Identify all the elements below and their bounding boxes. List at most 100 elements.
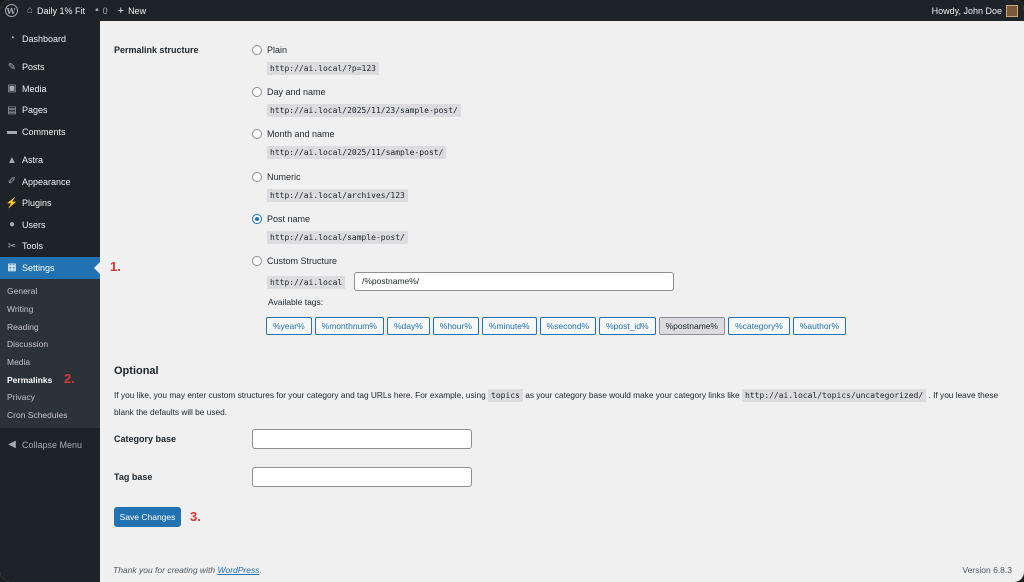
collapse-label: Collapse Menu	[22, 439, 83, 450]
example-day-and-name: http://ai.local/2025/11/23/sample-post/	[267, 104, 461, 117]
sidebar-item-label: Comments	[22, 126, 66, 137]
submenu-item-privacy[interactable]: Privacy	[0, 389, 100, 407]
description-code: http://ai.local/topics/uncategorized/	[741, 389, 927, 402]
sidebar-item-label: Media	[22, 83, 47, 94]
comments-count: 0	[102, 5, 108, 16]
sidebar-item-astra[interactable]: ▲ Astra	[0, 150, 100, 172]
option-plain[interactable]: Plain	[252, 45, 287, 55]
radio-plain[interactable]	[252, 45, 262, 55]
comment-bubble-icon: ▪	[95, 5, 99, 16]
sidebar-item-posts[interactable]: ✎ Posts	[0, 57, 100, 79]
description-text: If you like, you may enter custom struct…	[114, 390, 486, 400]
permalink-structure-label: Permalink structure	[114, 45, 199, 55]
sidebar-item-label: Posts	[22, 62, 45, 73]
description-text: as your category base would make your ca…	[525, 390, 740, 400]
wordpress-link[interactable]: WordPress	[217, 565, 259, 575]
example-code: http://ai.local/sample-post/	[267, 231, 408, 244]
wrench-icon: ✂	[7, 240, 17, 252]
radio-day-and-name[interactable]	[252, 87, 262, 97]
submenu-item-reading[interactable]: Reading	[0, 318, 100, 336]
example-month-and-name: http://ai.local/2025/11/sample-post/	[267, 146, 447, 159]
comment-icon: ▬	[7, 126, 17, 138]
footer-period: .	[259, 565, 262, 575]
submenu-item-media[interactable]: Media	[0, 353, 100, 371]
user-icon: ●	[8, 219, 16, 231]
settings-icon: ▦	[7, 262, 17, 274]
brush-icon: ✐	[7, 176, 17, 188]
comments-link[interactable]: ▪ 0	[90, 0, 113, 21]
example-post-name: http://ai.local/sample-post/	[267, 231, 408, 244]
sidebar-item-dashboard[interactable]: ◔ Dashboard	[0, 28, 100, 50]
tag-base-input[interactable]	[252, 467, 472, 487]
tag-button-day[interactable]: %day%	[386, 317, 430, 335]
step-marker-2: 2.	[64, 371, 75, 386]
sidebar-item-tools[interactable]: ✂ Tools	[0, 236, 100, 258]
wordpress-icon: W	[4, 4, 18, 17]
example-code: http://ai.local/?p=123	[267, 62, 379, 75]
tag-button-category[interactable]: %category%	[728, 317, 790, 335]
tag-button-year[interactable]: %year%	[266, 317, 312, 335]
tag-button-postname[interactable]: %postname%	[658, 317, 726, 335]
example-code: http://ai.local/2025/11/sample-post/	[267, 146, 447, 159]
option-label: Post name	[267, 214, 311, 224]
radio-custom-structure[interactable]	[252, 256, 262, 266]
sidebar-item-media[interactable]: ▣ Media	[0, 78, 100, 100]
optional-description: If you like, you may enter custom struct…	[114, 387, 1014, 421]
avatar	[1006, 4, 1018, 17]
option-numeric[interactable]: Numeric	[252, 172, 301, 182]
available-tags: %year% %monthnum% %day% %hour% %minute% …	[266, 317, 846, 335]
option-label: Day and name	[267, 87, 326, 97]
settings-submenu: General Writing Reading Discussion Media…	[0, 278, 100, 428]
submenu-item-discussion[interactable]: Discussion	[0, 336, 100, 354]
site-name-link[interactable]: ⌂ Daily 1% Fit	[22, 0, 90, 21]
new-content-button[interactable]: + New	[113, 0, 151, 21]
page-icon: ▤	[7, 104, 17, 116]
radio-post-name[interactable]	[252, 214, 262, 224]
submenu-item-writing[interactable]: Writing	[0, 300, 100, 318]
option-custom-structure[interactable]: Custom Structure	[252, 256, 337, 266]
tag-base-label: Tag base	[114, 472, 153, 482]
sidebar-item-label: Pages	[22, 105, 48, 116]
category-base-input[interactable]	[252, 429, 472, 449]
option-post-name[interactable]: Post name	[252, 214, 310, 224]
footer-version: Version 6.8.3	[962, 565, 1012, 575]
sidebar-item-settings[interactable]: ▦ Settings	[0, 257, 100, 279]
site-name: Daily 1% Fit	[37, 5, 86, 16]
example-code: http://ai.local/archives/123	[267, 189, 408, 202]
sidebar-item-label: Settings	[22, 262, 55, 273]
submenu-item-general[interactable]: General	[0, 283, 100, 301]
radio-month-and-name[interactable]	[252, 129, 262, 139]
dashboard-icon: ◔	[8, 33, 16, 45]
collapse-menu-button[interactable]: ◀ Collapse Menu	[0, 434, 100, 456]
sidebar-item-comments[interactable]: ▬ Comments	[0, 121, 100, 143]
howdy-text: Howdy, John Doe	[931, 5, 1002, 16]
option-month-and-name[interactable]: Month and name	[252, 129, 335, 139]
tag-button-minute[interactable]: %minute%	[481, 317, 537, 335]
plug-icon: ⚡	[5, 197, 19, 209]
custom-structure-input[interactable]: /%postname%/	[354, 272, 674, 291]
new-label: New	[128, 5, 147, 16]
tag-button-monthnum[interactable]: %monthnum%	[314, 317, 384, 335]
tag-button-hour[interactable]: %hour%	[432, 317, 479, 335]
sidebar-item-label: Plugins	[22, 198, 52, 209]
sidebar-item-users[interactable]: ● Users	[0, 214, 100, 236]
submenu-item-permalinks[interactable]: Permalinks	[0, 371, 100, 389]
tag-button-post-id[interactable]: %post_id%	[599, 317, 656, 335]
sidebar-item-plugins[interactable]: ⚡ Plugins	[0, 193, 100, 215]
admin-bar: W ⌂ Daily 1% Fit ▪ 0 + New Howdy, John D…	[0, 0, 1024, 21]
sidebar-item-appearance[interactable]: ✐ Appearance	[0, 171, 100, 193]
option-day-and-name[interactable]: Day and name	[252, 87, 326, 97]
available-tags-label: Available tags:	[268, 297, 324, 307]
save-changes-button[interactable]: Save Changes	[114, 507, 181, 527]
account-menu[interactable]: Howdy, John Doe	[931, 4, 1024, 17]
wordpress-logo-button[interactable]: W	[0, 0, 22, 21]
tag-button-second[interactable]: %second%	[539, 317, 597, 335]
option-label: Numeric	[267, 172, 301, 182]
radio-numeric[interactable]	[252, 172, 262, 182]
footer-text: Thank you for creating with	[113, 565, 216, 575]
tag-button-author[interactable]: %author%	[792, 317, 846, 335]
sidebar-item-pages[interactable]: ▤ Pages	[0, 100, 100, 122]
optional-heading: Optional	[114, 365, 159, 377]
submenu-item-cron-schedules[interactable]: Cron Schedules	[0, 406, 100, 424]
pin-icon: ✎	[7, 61, 17, 73]
